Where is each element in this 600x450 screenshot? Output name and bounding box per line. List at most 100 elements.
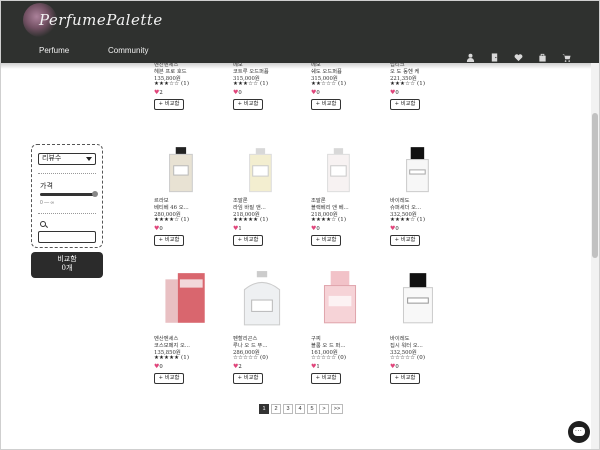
product-rating: ☆☆☆☆☆ (0): [233, 355, 268, 361]
product-card[interactable]: 바이레도 집시 워터 오... 332,500원 ☆☆☆☆☆ (0) ♥0 + 비교함: [390, 269, 448, 395]
price-slider-handle[interactable]: [92, 191, 98, 197]
rating-stars: ★★☆☆☆: [311, 81, 337, 87]
rating-stars: ☆☆☆☆☆: [390, 355, 416, 361]
heart-icon[interactable]: [514, 47, 523, 62]
product-rating: ★★★☆☆ (1): [154, 81, 189, 87]
compare-box-button[interactable]: 비교함 0개: [31, 252, 103, 278]
add-compare-button[interactable]: + 비교함: [390, 235, 420, 246]
page-link[interactable]: 2: [271, 404, 281, 414]
chat-button[interactable]: ···: [568, 421, 590, 443]
add-compare-button[interactable]: + 비교함: [233, 373, 263, 384]
review-count: (1): [181, 81, 190, 87]
add-compare-button[interactable]: + 비교함: [311, 99, 341, 110]
like-count: 0: [395, 226, 399, 232]
cart-icon[interactable]: [562, 47, 571, 62]
rating-stars: ★★★☆☆: [233, 81, 259, 87]
product-image[interactable]: [390, 143, 448, 201]
product-rating: ★★★☆☆ (1): [390, 81, 425, 87]
like-count: 0: [316, 226, 320, 232]
product-card[interactable]: 펜할리곤스 루나 오 드 뚜... 286,000원 ☆☆☆☆☆ (0) ♥2 + 비교함: [233, 269, 291, 395]
page-link[interactable]: 1: [259, 404, 269, 414]
add-compare-button[interactable]: + 비교함: [154, 235, 184, 246]
like-count: 0: [316, 90, 320, 96]
review-count: (1): [338, 217, 347, 223]
product-image[interactable]: [233, 143, 291, 201]
product-rating: ☆☆☆☆☆ (0): [311, 355, 346, 361]
rating-stars: ★★★★☆: [390, 217, 416, 223]
page-link[interactable]: 3: [283, 404, 293, 414]
rating-stars: ☆☆☆☆☆: [233, 355, 259, 361]
rating-stars: ★★★☆☆: [154, 81, 180, 87]
page-link[interactable]: >>: [331, 404, 343, 414]
add-compare-button[interactable]: + 비교함: [311, 373, 341, 384]
rating-stars: ★★★★★: [154, 355, 180, 361]
like-count: 0: [159, 364, 163, 370]
add-compare-button[interactable]: + 비교함: [390, 373, 420, 384]
product-image[interactable]: [154, 143, 212, 201]
product-card[interactable]: 메모 코트루 오드퍼퓸 315,000원 ★★★☆☆ (1) ♥0 + 비교함: [233, 11, 291, 137]
rating-stars: ★★★★★: [233, 217, 259, 223]
like-count: 0: [395, 364, 399, 370]
page-link[interactable]: 5: [307, 404, 317, 414]
product-likes: ♥1: [233, 225, 242, 232]
review-count: (1): [260, 217, 269, 223]
nav-community[interactable]: Community: [108, 46, 148, 60]
review-count: (0): [338, 355, 347, 361]
bag-icon[interactable]: [538, 47, 547, 62]
product-card[interactable]: 구찌 블룸 오 드 퍼... 161,000원 ☆☆☆☆☆ (0) ♥1 + 비교함: [311, 269, 369, 395]
price-slider[interactable]: [40, 191, 98, 197]
add-compare-button[interactable]: + 비교함: [233, 99, 263, 110]
product-rating: ★★★☆☆ (1): [233, 81, 268, 87]
search-input[interactable]: [38, 231, 96, 243]
product-image[interactable]: [390, 269, 448, 327]
sort-select[interactable]: 리뷰수: [38, 153, 96, 165]
review-count: (0): [417, 355, 426, 361]
product-image[interactable]: [311, 269, 369, 327]
add-compare-button[interactable]: + 비교함: [154, 99, 184, 110]
rating-stars: ★★★★☆: [154, 217, 180, 223]
review-count: (1): [338, 81, 347, 87]
site-logo[interactable]: PerfumePalette: [39, 11, 163, 29]
product-likes: ♥1: [311, 363, 320, 370]
product-likes: ♥0: [390, 225, 399, 232]
chevron-down-icon: [86, 157, 92, 161]
price-filter-label: 가격: [40, 183, 53, 190]
page-link[interactable]: 4: [295, 404, 305, 414]
product-card[interactable]: 조말론 라임 바질 앤... 218,000원 ★★★★★ (1) ♥1 + 비교함: [233, 143, 291, 269]
like-count: 1: [238, 226, 242, 232]
product-rating: ★★★★☆ (1): [390, 217, 425, 223]
add-compare-button[interactable]: + 비교함: [311, 235, 341, 246]
user-icon[interactable]: [466, 47, 475, 62]
rating-stars: ★★★★☆: [311, 217, 337, 223]
page-scrollbar[interactable]: [591, 63, 599, 449]
product-likes: ♥2: [154, 89, 163, 96]
door-icon[interactable]: [490, 47, 499, 62]
add-compare-button[interactable]: + 비교함: [233, 235, 263, 246]
filter-panel: 리뷰수 가격 0 — ∞: [31, 144, 103, 248]
like-count: 2: [159, 90, 163, 96]
nav-icon-group: [466, 47, 571, 62]
like-count: 2: [238, 364, 242, 370]
product-card[interactable]: 멘산멘세스 코스모페지 오... 135,850원 ★★★★★ (1) ♥0 + 비교함: [154, 269, 212, 395]
product-card[interactable]: 조말론 블랙베리 앤 베... 218,000원 ★★★★☆ (1) ♥0 + 비교함: [311, 143, 369, 269]
add-compare-button[interactable]: + 비교함: [154, 373, 184, 384]
product-card[interactable]: 멘산멘세스 헤븐 프로 호드 135,800원 ★★★☆☆ (1) ♥2 + 비교함: [154, 11, 212, 137]
add-compare-button[interactable]: + 비교함: [390, 99, 420, 110]
scrollbar-thumb[interactable]: [592, 113, 598, 258]
nav-perfume[interactable]: Perfume: [39, 46, 69, 60]
product-likes: ♥0: [154, 225, 163, 232]
rating-stars: ☆☆☆☆☆: [311, 355, 337, 361]
sort-select-value: 리뷰수: [42, 155, 62, 162]
product-image[interactable]: [233, 269, 291, 327]
product-rating: ☆☆☆☆☆ (0): [390, 355, 425, 361]
product-card[interactable]: 바이레도 슈퍼세더 오... 332,500원 ★★★★☆ (1) ♥0 + 비교함: [390, 143, 448, 269]
product-card[interactable]: 딥티크 오 도 동헨 케 221,350원 ★★★☆☆ (1) ♥0 + 비교함: [390, 11, 448, 137]
page-link[interactable]: >: [319, 404, 329, 414]
product-image[interactable]: [311, 143, 369, 201]
product-likes: ♥2: [233, 363, 242, 370]
product-card[interactable]: 르라보 베티베 46 오... 280,000원 ★★★★☆ (1) ♥0 + 비교함: [154, 143, 212, 269]
top-navbar: PerfumePalette Perfume Community: [1, 1, 599, 69]
product-image[interactable]: [154, 269, 212, 327]
product-rating: ★★★★★ (1): [233, 217, 268, 223]
product-card[interactable]: 메모 쉐도 오드퍼퓸 315,000원 ★★☆☆☆ (1) ♥0 + 비교함: [311, 11, 369, 137]
